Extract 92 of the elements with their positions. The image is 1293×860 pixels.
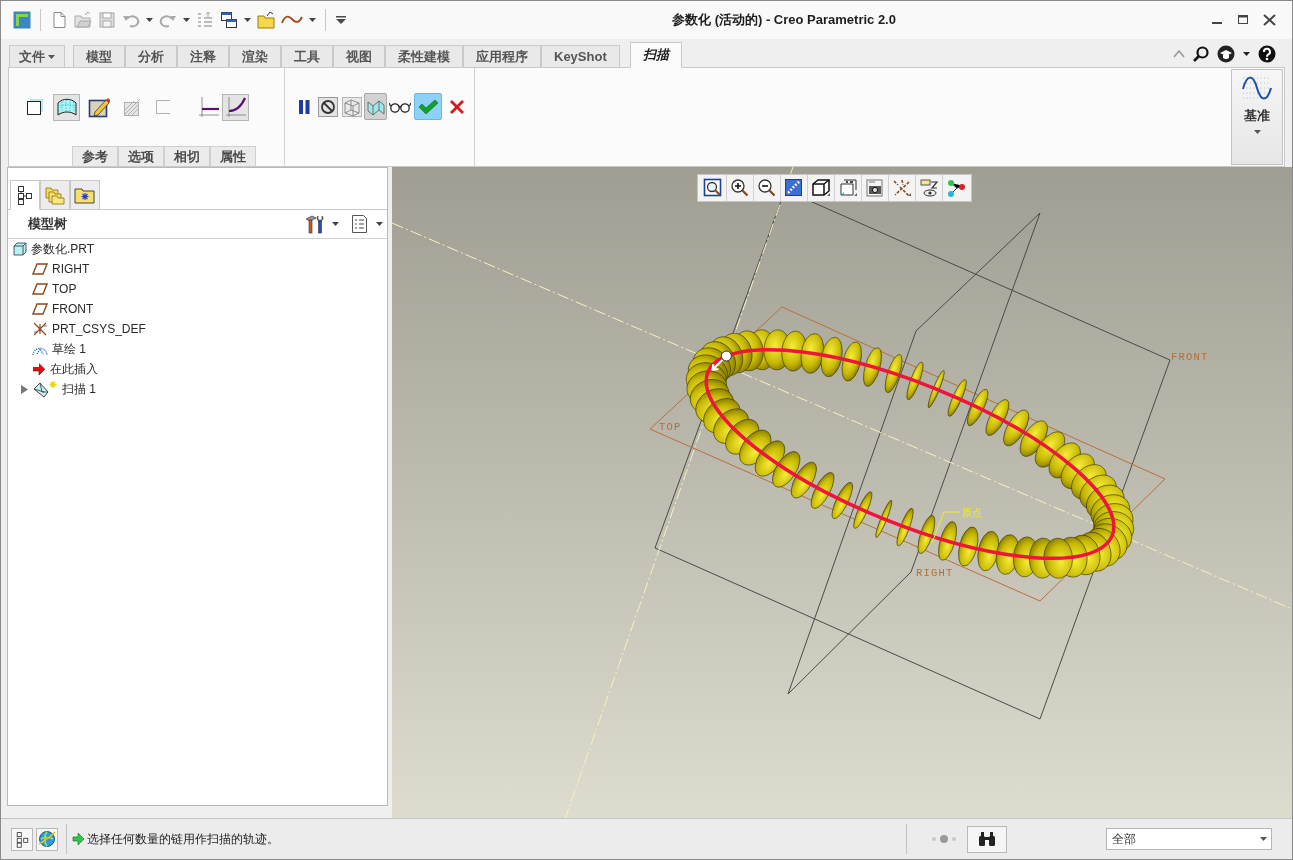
datum-button[interactable]: 基准 xyxy=(1231,69,1283,165)
camera-icon[interactable] xyxy=(865,178,885,198)
zoom-out-icon[interactable] xyxy=(757,178,777,198)
search-icon[interactable] xyxy=(1193,46,1209,62)
repaint-icon[interactable] xyxy=(784,178,804,198)
model-tree-icon xyxy=(17,185,33,205)
caret-icon[interactable] xyxy=(1243,52,1250,56)
start-point-icon[interactable] xyxy=(711,350,732,372)
ribbon-tab[interactable]: 应用程序 xyxy=(463,45,541,67)
windows-icon[interactable] xyxy=(220,11,238,29)
caret-icon[interactable] xyxy=(309,18,316,22)
caret-icon[interactable] xyxy=(146,18,153,22)
expand-arrow-icon[interactable] xyxy=(20,384,28,394)
close-icon[interactable] xyxy=(1263,14,1276,26)
filter-dropdown[interactable]: 全部 xyxy=(1106,828,1272,850)
plane-label: FRONT xyxy=(1171,351,1209,363)
tree-item[interactable]: TOP xyxy=(32,280,81,298)
cube-outline-icon[interactable] xyxy=(811,178,831,198)
browser-toggle-button[interactable] xyxy=(36,827,58,851)
tree-item[interactable]: RIGHT xyxy=(32,260,94,278)
tree-item[interactable]: 参数化.PRT xyxy=(13,240,99,258)
model-tree-icon xyxy=(15,830,29,848)
maximize-icon[interactable] xyxy=(1237,14,1249,26)
panel-title: 模型树 xyxy=(28,215,67,234)
ribbon-tab[interactable]: 工具 xyxy=(281,45,333,67)
datum-plane-icon xyxy=(32,262,48,276)
status-message: 选择任何数量的链用作扫描的轨迹。 xyxy=(87,831,279,848)
progress-dots-icon xyxy=(931,834,957,844)
sine-wave-icon xyxy=(1241,74,1273,102)
ribbon-tab[interactable]: 模型 xyxy=(73,45,125,67)
model-tree-toggle-button[interactable] xyxy=(11,827,33,851)
tree-item[interactable]: 扫描 1 xyxy=(32,380,100,398)
ribbon-tab[interactable]: 注释 xyxy=(177,45,229,67)
tools-icon[interactable] xyxy=(304,214,324,234)
datum-plane-icon xyxy=(32,302,48,316)
part-cube-icon xyxy=(13,242,27,256)
new-file-icon[interactable] xyxy=(50,11,68,29)
insert-arrow-icon xyxy=(32,363,46,375)
dashed-cross-icon[interactable] xyxy=(892,178,912,198)
caret-icon[interactable] xyxy=(244,18,251,22)
annotation-label: 原点 xyxy=(962,507,982,518)
trajectory-curve[interactable] xyxy=(704,347,1116,561)
eye-label-icon[interactable] xyxy=(919,178,939,198)
panel-tab[interactable]: 参考 xyxy=(72,146,118,166)
ribbon-tab[interactable]: 渲染 xyxy=(229,45,281,67)
folders-icon xyxy=(45,185,65,205)
caret-icon[interactable] xyxy=(332,222,339,226)
tree-item[interactable]: 草绘 1 xyxy=(32,340,90,358)
caret-icon[interactable] xyxy=(183,18,190,22)
coordinate-system-icon xyxy=(32,321,48,337)
leader-line xyxy=(931,511,961,544)
caret-icon[interactable] xyxy=(376,222,383,226)
globe-icon xyxy=(38,830,56,848)
caret-icon[interactable] xyxy=(1260,837,1267,841)
panel-tab[interactable]: 属性 xyxy=(210,146,256,166)
dropdown-icon[interactable] xyxy=(335,14,347,26)
nodes-icon[interactable] xyxy=(946,178,966,198)
caret-icon[interactable] xyxy=(1253,129,1261,134)
ribbon-tab[interactable]: 视图 xyxy=(333,45,385,67)
find-button[interactable] xyxy=(967,825,1007,853)
layered-frames-icon[interactable] xyxy=(838,178,858,198)
ribbon-tab[interactable]: KeyShot xyxy=(541,45,620,67)
tree-item[interactable]: FRONT xyxy=(32,300,98,318)
plane-label: TOP xyxy=(659,421,682,433)
checkmark-icon xyxy=(418,98,438,115)
no-entry-icon xyxy=(317,96,338,117)
ribbon-tab[interactable]: 文件 xyxy=(9,45,65,67)
tree-item[interactable]: 在此插入 xyxy=(32,360,102,378)
favorites-folder-icon xyxy=(74,186,96,204)
tree-item[interactable]: PRT_CSYS_DEF xyxy=(32,320,150,338)
panel-tab[interactable]: 选项 xyxy=(118,146,164,166)
caret-icon[interactable] xyxy=(48,54,55,59)
window-title: 参数化 (活动的) - Creo Parametric 2.0 xyxy=(672,11,896,30)
plane-label: RIGHT xyxy=(916,567,954,579)
ribbon-tab[interactable]: 扫描 xyxy=(629,42,682,68)
binoculars-icon xyxy=(978,831,996,847)
refit-icon[interactable] xyxy=(703,178,723,198)
datum-plane-icon xyxy=(32,282,48,296)
panel-tab[interactable] xyxy=(10,180,40,210)
sweep-shape-icon xyxy=(32,380,58,398)
graduation-cap-icon[interactable] xyxy=(1217,45,1235,63)
close-cross-icon xyxy=(448,98,465,115)
ribbon-tab[interactable]: 柔性建模 xyxy=(385,45,463,67)
ribbon-tab[interactable]: 分析 xyxy=(125,45,177,67)
zoom-in-icon[interactable] xyxy=(730,178,750,198)
right-arrow-icon xyxy=(72,833,84,845)
panel-tab[interactable]: 相切 xyxy=(164,146,210,166)
help-icon[interactable] xyxy=(1258,45,1276,63)
list-settings-icon[interactable] xyxy=(351,214,368,234)
wireframe-box-icon xyxy=(341,96,362,117)
pause-icon xyxy=(296,98,311,115)
folder-icon[interactable] xyxy=(257,11,275,29)
